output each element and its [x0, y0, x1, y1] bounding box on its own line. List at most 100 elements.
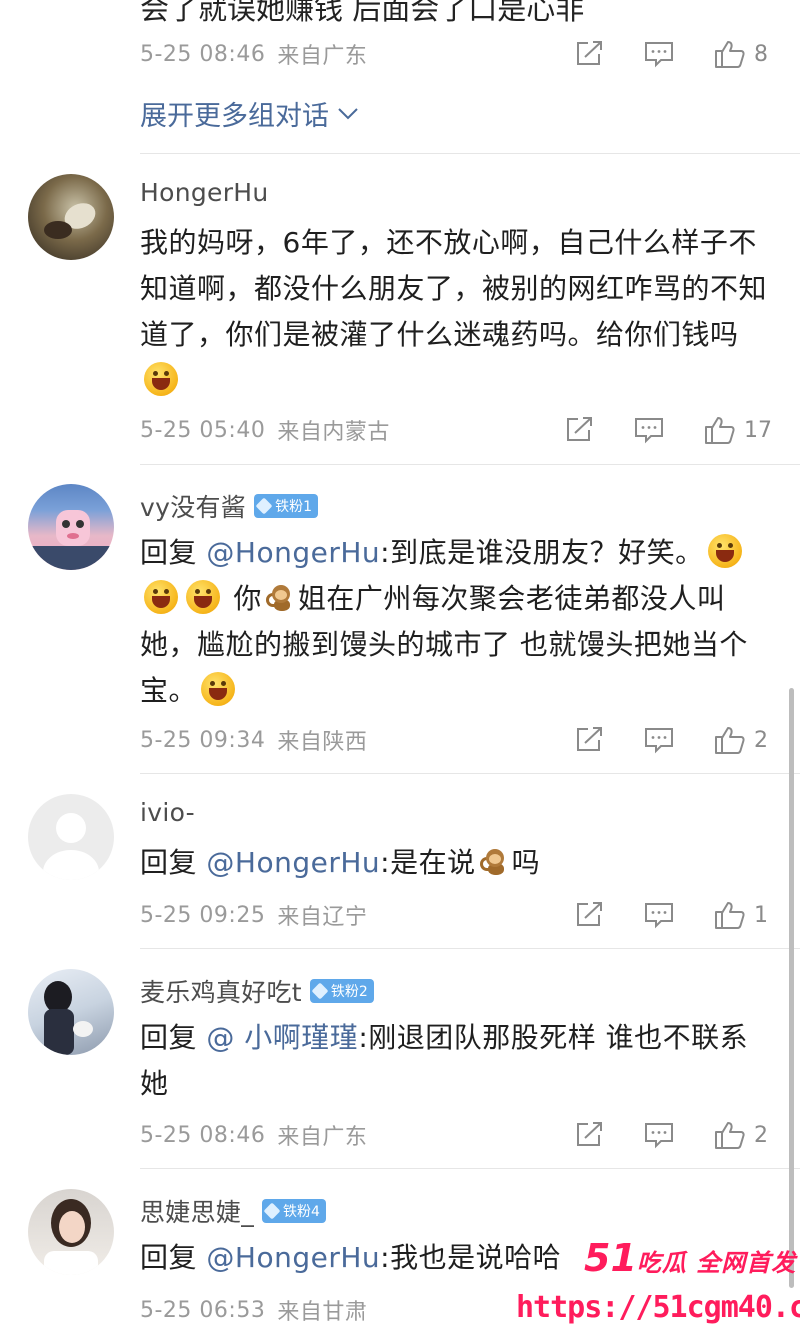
avatar[interactable]: [28, 484, 114, 570]
reply-prefix: 回复: [140, 536, 207, 569]
username[interactable]: HongerHu: [140, 178, 269, 207]
avatar[interactable]: [28, 794, 114, 880]
comment-body: 我的妈呀，6年了，还不放心啊，自己什么样子不知道啊，都没什么朋友了，被别的网红咋…: [140, 226, 768, 351]
previous-comment-text: 会了就误她赚钱 后面会了口是心非: [140, 0, 585, 26]
expand-more-link[interactable]: 展开更多组对话: [140, 94, 359, 133]
share-button[interactable]: [574, 726, 604, 754]
comment-time: 5-25 08:46: [140, 41, 266, 67]
laughing-tears-emoji-icon: [144, 362, 178, 396]
like-button[interactable]: [714, 1120, 746, 1150]
fan-badge[interactable]: 铁粉2: [309, 979, 374, 1003]
username[interactable]: 麦乐鸡真好吃t: [140, 973, 302, 1009]
share-button[interactable]: [574, 40, 604, 68]
reply-prefix: 回复: [140, 1021, 207, 1054]
share-icon: [577, 41, 602, 65]
comment-location: 来自广东: [277, 44, 368, 69]
avatar[interactable]: [28, 174, 114, 260]
like-count: 8: [754, 41, 768, 67]
comment-location: 来自陕西: [277, 730, 368, 755]
comment-body: 你: [224, 582, 262, 615]
expand-label: 展开更多组对话: [140, 101, 329, 132]
grinning-emoji-icon: [707, 534, 742, 568]
fan-badge[interactable]: 铁粉1: [254, 494, 319, 518]
share-icon: [577, 902, 602, 926]
like-count: 2: [754, 727, 768, 753]
username-row: vy没有酱 铁粉1: [140, 488, 319, 524]
grinning-emoji-icon: [144, 580, 178, 614]
comment-body: :我也是说哈哈: [380, 1241, 562, 1274]
comment-button[interactable]: [634, 416, 664, 444]
divider: [140, 1168, 800, 1169]
share-icon: [577, 1122, 602, 1146]
comment-time: 5-25 09:34: [140, 727, 266, 753]
chevron-down-icon: [338, 107, 358, 119]
comment-text: 我的妈呀，6年了，还不放心啊，自己什么样子不知道啊，都没什么朋友了，被别的网红咋…: [140, 220, 776, 404]
divider: [140, 773, 800, 774]
comment-body: :到底是谁没朋友？好笑。: [380, 536, 704, 569]
comment-meta-row: 5-25 05:40 来自内蒙古 17: [140, 410, 800, 450]
username[interactable]: vy没有酱: [140, 488, 246, 524]
username-row: HongerHu: [140, 178, 269, 207]
comment-meta-row: 5-25 08:46 来自广东 8: [140, 34, 800, 74]
like-count: 2: [754, 1122, 768, 1148]
default-avatar-icon: [43, 813, 99, 880]
comment-meta-row: 5-25 09:25 来自辽宁 1: [140, 895, 800, 935]
comment-icon: [645, 1123, 673, 1149]
comment-text: 回复 @ 小啊瑾瑾:刚退团队那股死样 谁也不联系她: [140, 1015, 776, 1107]
like-button[interactable]: [714, 900, 746, 930]
grinning-emoji-icon: [186, 580, 220, 614]
like-icon: [715, 727, 745, 754]
fan-badge-label: 铁粉2: [330, 984, 368, 1000]
divider: [140, 948, 800, 949]
comment-meta-row: 5-25 08:46 来自广东 2: [140, 1115, 800, 1155]
like-button[interactable]: [714, 725, 746, 755]
like-count: 1: [754, 902, 768, 928]
fan-badge[interactable]: 铁粉4: [262, 1199, 326, 1223]
comment-button[interactable]: [644, 1121, 674, 1149]
comment-meta-row: 5-25 09:34 来自陕西 2: [140, 720, 800, 760]
share-button[interactable]: [564, 416, 594, 444]
share-button[interactable]: [574, 1121, 604, 1149]
like-icon: [715, 41, 745, 68]
avatar[interactable]: [28, 1189, 114, 1275]
share-icon: [567, 417, 592, 441]
avatar[interactable]: [28, 969, 114, 1055]
mention-link[interactable]: @HongerHu: [206, 1241, 380, 1274]
comment-button[interactable]: [644, 40, 674, 68]
comment-icon: [645, 728, 673, 754]
comment-time: 5-25 05:40: [140, 417, 266, 443]
reply-prefix: 回复: [140, 1241, 207, 1274]
like-button[interactable]: [704, 415, 736, 445]
comment-text: 回复 @HongerHu:是在说 吗: [140, 840, 776, 886]
monkey-emoji-icon: [478, 845, 510, 877]
comment-body: :是在说: [380, 846, 476, 879]
comment-location: 来自辽宁: [277, 905, 368, 930]
like-icon: [715, 1122, 745, 1149]
comment-icon: [645, 42, 673, 68]
comment-location: 来自广东: [277, 1125, 368, 1150]
fan-badge-label: 铁粉4: [283, 1204, 320, 1220]
share-icon: [577, 727, 602, 751]
comment-button[interactable]: [644, 901, 674, 929]
scrollbar[interactable]: [789, 688, 794, 1288]
mention-link[interactable]: @HongerHu: [206, 846, 380, 879]
comment-icon: [635, 418, 663, 444]
comment-text: 回复 @HongerHu:到底是谁没朋友？好笑。 你姐在广州每次聚会老徒弟都没人…: [140, 530, 776, 714]
username[interactable]: 思婕思婕_: [140, 1193, 254, 1229]
username-row: 思婕思婕_ 铁粉4: [140, 1193, 326, 1229]
username-row: ivio-: [140, 798, 195, 827]
username[interactable]: ivio-: [140, 798, 195, 827]
fan-badge-label: 铁粉1: [275, 499, 313, 515]
comment-time: 5-25 08:46: [140, 1122, 266, 1148]
comment-button[interactable]: [644, 726, 674, 754]
comment-location: 来自甘肃: [277, 1300, 368, 1325]
comment-time: 5-25 09:25: [140, 902, 266, 928]
like-button[interactable]: [714, 39, 746, 69]
divider: [140, 153, 800, 154]
mention-link[interactable]: @HongerHu: [206, 536, 380, 569]
username-row: 麦乐鸡真好吃t 铁粉2: [140, 973, 374, 1009]
mention-link[interactable]: @ 小啊瑾瑾: [206, 1021, 358, 1054]
comment-time: 5-25 06:53: [140, 1297, 266, 1323]
share-button[interactable]: [574, 901, 604, 929]
divider: [140, 464, 800, 465]
